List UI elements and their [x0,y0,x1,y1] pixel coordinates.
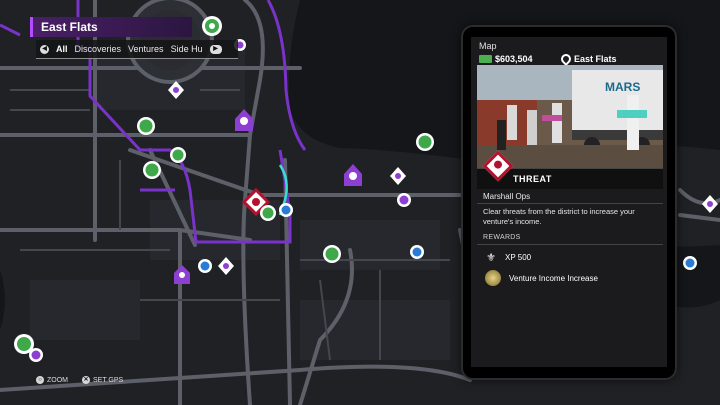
map-marker-icon[interactable] [702,195,718,213]
bumper-right-icon[interactable]: ▶ [209,44,222,54]
activity-type-row: THREAT [477,150,663,189]
tab-side-hustles[interactable]: Side Hu [171,44,203,54]
location-display: East Flats [558,51,617,67]
rewards-header: REWARDS [483,234,521,241]
tab-ventures[interactable]: Ventures [128,44,164,54]
map-marker-icon[interactable] [260,205,276,221]
bumper-left-icon[interactable]: ◀ [40,44,49,54]
button-glyph-icon: ○ [36,376,44,384]
map-filter-tabs: ◀ All Discoveries Ventures Side Hu ▶ [36,40,238,59]
cash-icon [479,55,492,63]
map-marker-icon[interactable] [683,256,697,270]
map-marker-icon[interactable] [29,348,43,362]
mission-preview-image: MARS [477,65,663,168]
fleur-de-lis-icon[interactable] [344,164,362,186]
map-marker-icon[interactable] [410,245,424,259]
fleur-de-lis-icon: ⚜ [486,252,496,264]
weapon-icon[interactable] [137,117,155,135]
map-marker-icon[interactable] [416,133,434,151]
venture-icon [485,270,501,286]
map-marker-icon[interactable] [323,245,341,263]
tab-discoveries[interactable]: Discoveries [75,44,122,54]
svg-text:MARS: MARS [605,80,640,94]
map-marker-icon[interactable] [202,16,222,36]
phone-panel: Map $603,504 East Flats MARS THREAT Mars… [461,25,677,380]
fleur-de-lis-icon[interactable] [235,109,253,131]
mission-name: Marshall Ops [483,192,531,201]
set-gps-hint[interactable]: ✕ SET GPS [82,376,123,384]
district-title: East Flats [30,17,192,37]
map-marker-icon[interactable] [174,265,190,284]
reward-xp: ⚜ XP 500 [486,252,532,264]
tab-all[interactable]: All [56,44,68,54]
mission-description: Clear threats from the district to incre… [483,207,635,226]
reward-venture-income: Venture Income Increase [485,270,598,286]
map-marker-icon[interactable] [198,259,212,273]
button-glyph-icon: ✕ [82,376,90,384]
zoom-hint[interactable]: ○ ZOOM [36,376,68,384]
pin-icon [558,51,574,67]
map-marker-icon[interactable] [397,193,411,207]
collectible-icon[interactable] [143,161,161,179]
collectible-icon[interactable] [170,147,186,163]
app-title: Map [479,41,497,51]
map-marker-icon[interactable] [390,167,406,185]
map-marker-icon[interactable] [279,203,293,217]
money-display: $603,504 [479,54,533,64]
